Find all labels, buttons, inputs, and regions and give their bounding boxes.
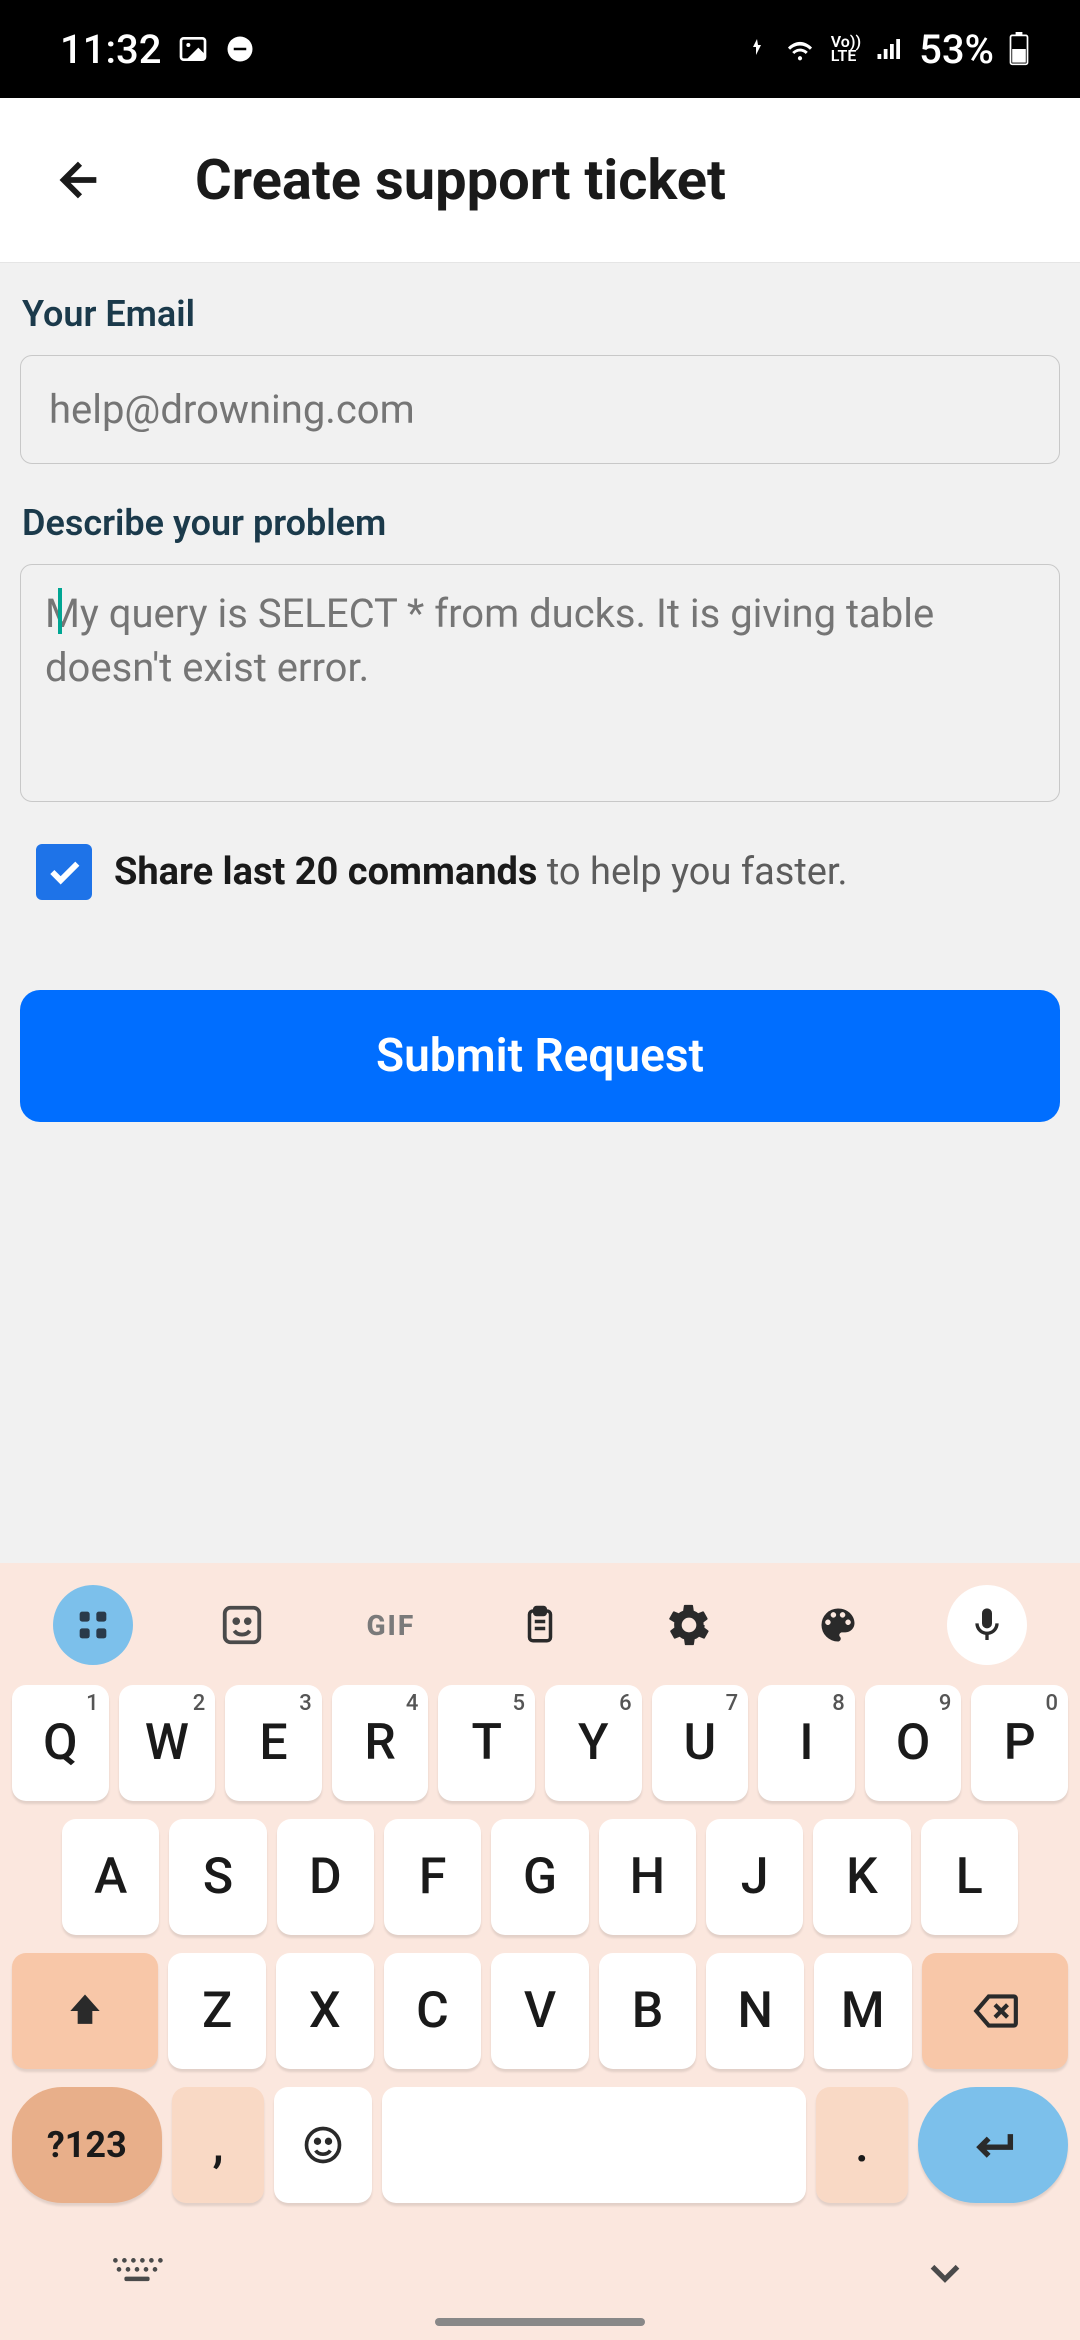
nav-bar [0,2225,1080,2340]
submit-button[interactable]: Submit Request [20,990,1060,1122]
wifi-icon [783,32,817,66]
key-emoji[interactable] [274,2087,372,2203]
key-shift[interactable] [12,1953,158,2069]
key-e[interactable]: E3 [225,1685,322,1801]
key-enter[interactable] [918,2087,1068,2203]
key-space[interactable] [382,2087,805,2203]
key-c[interactable]: C [384,1953,482,2069]
key-a[interactable]: A [62,1819,159,1935]
key-numbers[interactable]: ?123 [12,2087,162,2203]
settings-icon[interactable] [649,1585,729,1665]
text-cursor [58,588,62,634]
titlebar: Create support ticket [0,98,1080,263]
email-label: Your Email [20,293,1060,335]
dnd-icon [225,34,255,64]
keyboard-row-2: A S D F G H J K L [0,1819,1080,1935]
battery-icon [1008,32,1030,66]
battery-saver-icon [745,37,769,61]
nav-pill[interactable] [435,2318,645,2326]
status-bar: 11:32 Vo))LTE 53% [0,0,1080,98]
key-g[interactable]: G [491,1819,588,1935]
theme-icon[interactable] [798,1585,878,1665]
key-u[interactable]: U7 [652,1685,749,1801]
key-t[interactable]: T5 [438,1685,535,1801]
key-backspace[interactable] [922,1953,1068,2069]
key-y[interactable]: Y6 [545,1685,642,1801]
keyboard: GIF Q1 W2 E3 R4 T5 Y6 U7 I8 O9 P0 A S D … [0,1563,1080,2340]
key-x[interactable]: X [276,1953,374,2069]
clipboard-icon[interactable] [500,1585,580,1665]
key-comma[interactable]: , [172,2087,265,2203]
apps-icon[interactable] [53,1585,133,1665]
problem-field[interactable] [20,564,1060,802]
keyboard-row-3: Z X C V B N M [0,1953,1080,2069]
sticker-icon[interactable] [202,1585,282,1665]
keyboard-row-bottom: ?123 , . [0,2087,1080,2203]
battery-percent: 53% [919,26,994,73]
problem-label: Describe your problem [20,502,1060,544]
volte-icon: Vo))LTE [831,35,861,64]
key-r[interactable]: R4 [332,1685,429,1801]
image-icon [177,33,209,65]
key-i[interactable]: I8 [758,1685,855,1801]
key-n[interactable]: N [706,1953,804,2069]
share-checkbox-row[interactable]: Share last 20 commands to help you faste… [20,844,1060,900]
key-l[interactable]: L [921,1819,1018,1935]
key-period[interactable]: . [816,2087,909,2203]
key-j[interactable]: J [706,1819,803,1935]
key-k[interactable]: K [813,1819,910,1935]
key-q[interactable]: Q1 [12,1685,109,1801]
page-title: Create support ticket [195,147,726,213]
key-w[interactable]: W2 [119,1685,216,1801]
key-b[interactable]: B [599,1953,697,2069]
keyboard-row-1: Q1 W2 E3 R4 T5 Y6 U7 I8 O9 P0 [0,1685,1080,1801]
signal-icon [875,34,905,64]
share-checkbox[interactable] [36,844,92,900]
share-checkbox-label: Share last 20 commands to help you faste… [114,850,848,894]
key-z[interactable]: Z [168,1953,266,2069]
gif-button[interactable]: GIF [351,1585,431,1665]
form-content: Your Email Describe your problem Share l… [0,263,1080,1563]
keyboard-toolbar: GIF [0,1575,1080,1685]
mic-icon[interactable] [947,1585,1027,1665]
back-button[interactable] [45,145,115,215]
clock: 11:32 [60,26,161,73]
key-d[interactable]: D [277,1819,374,1935]
key-h[interactable]: H [599,1819,696,1935]
key-f[interactable]: F [384,1819,481,1935]
email-field[interactable] [20,355,1060,464]
keyboard-collapse-icon[interactable] [110,2253,164,2297]
key-s[interactable]: S [169,1819,266,1935]
chevron-down-icon[interactable] [920,2248,970,2302]
key-o[interactable]: O9 [865,1685,962,1801]
key-v[interactable]: V [491,1953,589,2069]
key-m[interactable]: M [814,1953,912,2069]
key-p[interactable]: P0 [971,1685,1068,1801]
